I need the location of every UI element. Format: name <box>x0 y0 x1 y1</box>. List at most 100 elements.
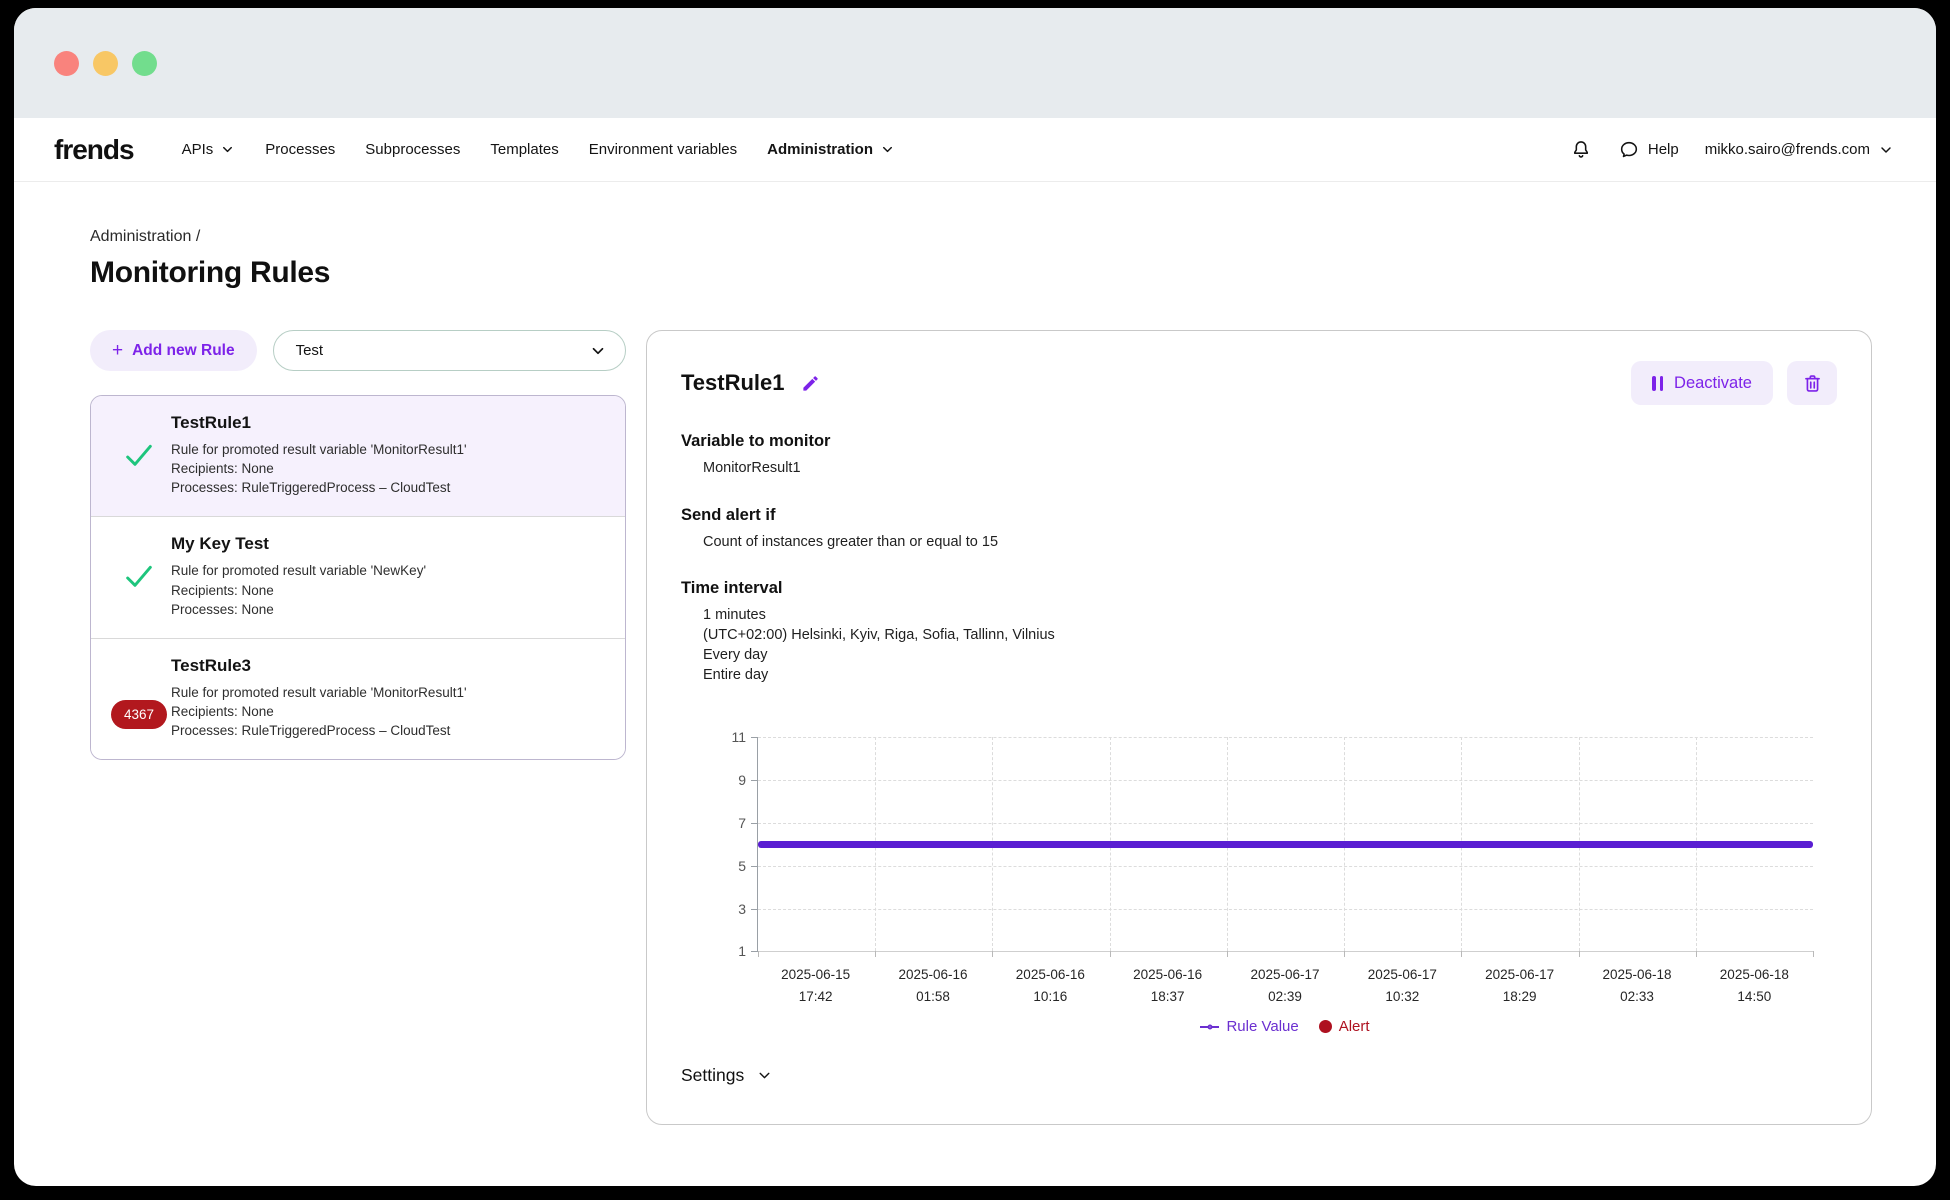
section-value: MonitorResult1 <box>703 459 1837 479</box>
x-axis-label: 2025-06-1718:29 <box>1485 964 1554 1007</box>
x-axis-tick <box>1696 951 1697 957</box>
rule-title: My Key Test <box>171 534 607 554</box>
x-axis-tick <box>1579 951 1580 957</box>
screen: frends APIs Processes Subprocesses Template… <box>0 0 1950 1200</box>
detail-sections: Variable to monitor MonitorResult1 Send … <box>681 432 1837 685</box>
page-title: Monitoring Rules <box>90 256 1872 290</box>
rule-filter-select[interactable]: Test <box>273 330 626 371</box>
y-axis-label: 9 <box>706 772 746 788</box>
x-axis-tick <box>992 951 993 957</box>
pause-icon <box>1652 376 1663 391</box>
rule-item-testrule3[interactable]: 4367 TestRule3 Rule for promoted result … <box>91 639 625 759</box>
x-axis-label: 2025-06-1618:37 <box>1133 964 1202 1007</box>
rule-description-line: Rule for promoted result variable 'NewKe… <box>171 561 607 580</box>
y-gridline <box>758 737 1813 738</box>
rule-description-line: Processes: None <box>171 600 607 619</box>
x-axis-tick <box>1110 951 1111 957</box>
deactivate-button[interactable]: Deactivate <box>1631 361 1773 405</box>
settings-expander[interactable]: Settings <box>681 1065 773 1086</box>
app-logo[interactable]: frends <box>54 134 134 166</box>
y-gridline <box>758 780 1813 781</box>
rule-description-line: Recipients: None <box>171 459 607 478</box>
x-axis-label: 2025-06-1814:50 <box>1720 964 1789 1007</box>
top-navbar: frends APIs Processes Subprocesses Template… <box>14 118 1936 182</box>
legend-item-alert[interactable]: Alert <box>1319 1018 1370 1035</box>
nav-item-subprocesses[interactable]: Subprocesses <box>365 141 460 158</box>
y-axis-tick <box>751 780 758 781</box>
y-axis-label: 11 <box>706 729 746 745</box>
nav-items: APIs Processes Subprocesses Templates Enviro… <box>182 141 895 158</box>
user-email: mikko.sairo@frends.com <box>1705 141 1870 158</box>
rule-value-chart: 1197531 2025-06-1517:422025-06-1601:5820… <box>681 737 1837 1035</box>
chart-x-axis-labels: 2025-06-1517:422025-06-1601:582025-06-16… <box>757 964 1813 1016</box>
nav-item-processes[interactable]: Processes <box>265 141 335 158</box>
chart-plot-area: 1197531 <box>757 737 1813 952</box>
section-value: Every day <box>703 646 1837 666</box>
minimize-button[interactable] <box>93 51 118 76</box>
nav-item-administration[interactable]: Administration <box>767 141 895 158</box>
edit-rule-button[interactable] <box>801 374 820 393</box>
section-label: Variable to monitor <box>681 432 1837 451</box>
rule-item-testrule1[interactable]: TestRule1 Rule for promoted result varia… <box>91 396 625 517</box>
section-label: Time interval <box>681 579 1837 598</box>
section-value: 1 minutes <box>703 606 1837 626</box>
y-gridline <box>758 823 1813 824</box>
chevron-down-icon <box>589 342 607 360</box>
user-menu[interactable]: mikko.sairo@frends.com <box>1705 141 1894 158</box>
rule-value-series-line <box>758 841 1813 848</box>
rule-description-line: Recipients: None <box>171 702 607 721</box>
nav-item-templates[interactable]: Templates <box>490 141 558 158</box>
rule-filter-value: Test <box>296 342 589 359</box>
y-axis-label: 5 <box>706 858 746 874</box>
chevron-down-icon <box>756 1067 773 1084</box>
detail-header: TestRule1 Deactivate <box>681 361 1837 405</box>
rule-status-ok <box>107 413 171 497</box>
rules-toolbar: + Add new Rule Test <box>90 330 626 371</box>
add-new-rule-label: Add new Rule <box>132 342 234 360</box>
window-titlebar <box>14 8 1936 118</box>
detail-title: TestRule1 <box>681 370 785 396</box>
rule-description-line: Recipients: None <box>171 581 607 600</box>
rule-title: TestRule1 <box>171 413 607 433</box>
browser-window: frends APIs Processes Subprocesses Template… <box>14 8 1936 1186</box>
y-gridline <box>758 909 1813 910</box>
trash-icon <box>1802 373 1823 394</box>
y-axis-label: 1 <box>706 943 746 959</box>
breadcrumb[interactable]: Administration / <box>90 228 1872 246</box>
notifications-bell-icon[interactable] <box>1570 139 1592 161</box>
delete-rule-button[interactable] <box>1787 361 1837 405</box>
x-axis-label: 2025-06-1702:39 <box>1250 964 1319 1007</box>
rule-description-line: Rule for promoted result variable 'Monit… <box>171 440 607 459</box>
x-axis-tick <box>758 951 759 957</box>
nav-item-apis[interactable]: APIs <box>182 141 236 158</box>
detail-actions: Deactivate <box>1631 361 1837 405</box>
y-axis-tick <box>751 823 758 824</box>
x-axis-tick <box>1227 951 1228 957</box>
maximize-button[interactable] <box>132 51 157 76</box>
y-axis-label: 3 <box>706 901 746 917</box>
section-time-interval: Time interval 1 minutes(UTC+02:00) Helsi… <box>681 579 1837 685</box>
add-new-rule-button[interactable]: + Add new Rule <box>90 330 257 371</box>
rule-description-line: Processes: RuleTriggeredProcess – CloudT… <box>171 721 607 740</box>
nav-item-environment-variables[interactable]: Environment variables <box>589 141 737 158</box>
y-axis-tick <box>751 951 758 952</box>
section-variable-to-monitor: Variable to monitor MonitorResult1 <box>681 432 1837 479</box>
legend-dot-marker <box>1319 1020 1332 1033</box>
section-label: Send alert if <box>681 506 1837 525</box>
page-content: Administration / Monitoring Rules + Add … <box>14 182 1936 1125</box>
x-axis-label: 2025-06-1802:33 <box>1602 964 1671 1007</box>
x-axis-label: 2025-06-1517:42 <box>781 964 850 1007</box>
help-button[interactable]: Help <box>1618 139 1679 161</box>
section-value: Entire day <box>703 666 1837 686</box>
rule-item-my-key-test[interactable]: My Key Test Rule for promoted result var… <box>91 517 625 638</box>
y-axis-tick <box>751 737 758 738</box>
rule-description-line: Processes: RuleTriggeredProcess – CloudT… <box>171 478 607 497</box>
deactivate-label: Deactivate <box>1674 374 1752 393</box>
rule-status-alert: 4367 <box>107 656 171 740</box>
rule-status-ok <box>107 534 171 618</box>
close-button[interactable] <box>54 51 79 76</box>
legend-item-rule-value[interactable]: Rule Value <box>1200 1018 1298 1035</box>
y-axis-tick <box>751 909 758 910</box>
rules-panel: + Add new Rule Test TestRule1 Rule for p… <box>90 330 626 760</box>
settings-label: Settings <box>681 1065 744 1086</box>
